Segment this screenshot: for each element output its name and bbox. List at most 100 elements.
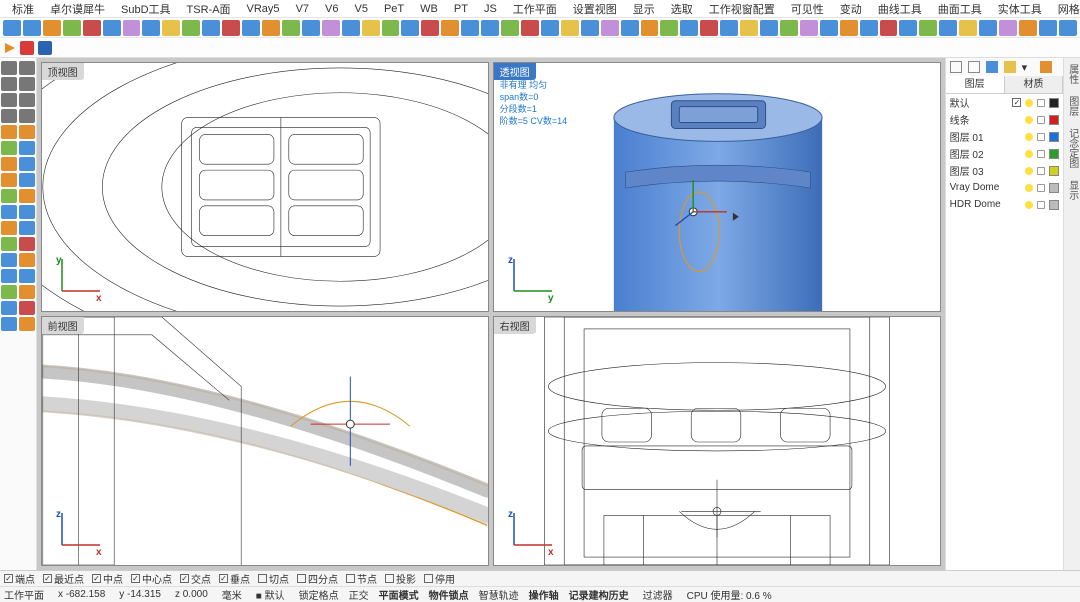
osnap-item[interactable]: ✓中点 — [92, 571, 123, 586]
tool-icon[interactable] — [899, 20, 917, 36]
osnap-item[interactable]: ✓交点 — [180, 571, 211, 586]
tool-icon[interactable] — [1, 253, 17, 267]
tool-icon[interactable] — [700, 20, 718, 36]
tool-icon[interactable] — [19, 77, 35, 91]
tool-icon[interactable] — [19, 61, 35, 75]
tool-icon[interactable] — [760, 20, 778, 36]
tool-icon[interactable] — [1, 237, 17, 251]
tool-icon[interactable] — [621, 20, 639, 36]
tool-icon[interactable] — [19, 141, 35, 155]
menu-item[interactable]: PT — [446, 3, 476, 15]
mode-toggle[interactable]: 平面模式 — [379, 587, 419, 602]
layer-row[interactable]: 图层 02 — [946, 145, 1064, 162]
viewport-front[interactable]: 前视图 z x — [41, 316, 489, 566]
tool-icon[interactable] — [1, 317, 17, 331]
layer-row[interactable]: 默认✓ — [946, 94, 1064, 111]
tool-icon[interactable] — [1, 173, 17, 187]
tool-icon[interactable] — [1, 221, 17, 235]
layer-color-swatch[interactable] — [1049, 166, 1059, 176]
menu-item[interactable]: JS — [476, 3, 505, 15]
tool-icon[interactable] — [20, 41, 34, 55]
menu-item[interactable]: 卓尔谟犀牛 — [42, 1, 113, 17]
tool-icon[interactable] — [800, 20, 818, 36]
tool-icon[interactable] — [19, 109, 35, 123]
tool-icon[interactable] — [302, 20, 320, 36]
new-layer-icon[interactable] — [950, 61, 962, 73]
osnap-item[interactable]: ✓端点 — [4, 571, 35, 586]
tool-icon[interactable] — [979, 20, 997, 36]
layer-color-swatch[interactable] — [1049, 200, 1059, 210]
viewport-label[interactable]: 右视图 — [494, 317, 536, 334]
tool-icon[interactable] — [322, 20, 340, 36]
menu-item[interactable]: WB — [412, 3, 446, 15]
default-layer-indicator[interactable]: ■ 默认 — [256, 587, 285, 602]
tool-icon[interactable] — [1019, 20, 1037, 36]
layer-row[interactable]: 图层 03 — [946, 162, 1064, 179]
menu-item[interactable]: 标准 — [4, 1, 42, 17]
lock-icon[interactable] — [1037, 167, 1045, 175]
layer-row[interactable]: 线条 — [946, 111, 1064, 128]
lock-icon[interactable] — [1037, 184, 1045, 192]
menu-item[interactable]: 曲线工具 — [870, 1, 930, 17]
filter-label[interactable]: 过滤器 — [643, 587, 673, 602]
tool-icon[interactable] — [1, 77, 17, 91]
tool-icon[interactable] — [19, 205, 35, 219]
tool-icon[interactable] — [1, 141, 17, 155]
tool-icon[interactable] — [1039, 20, 1057, 36]
tool-icon[interactable] — [1, 205, 17, 219]
layer-color-swatch[interactable] — [1049, 149, 1059, 159]
side-tab[interactable]: 显示 — [1065, 180, 1080, 200]
layer-row[interactable]: 图层 01 — [946, 128, 1064, 145]
tool-icon[interactable] — [1059, 20, 1077, 36]
tool-icon[interactable] — [1004, 61, 1016, 73]
tool-icon[interactable] — [581, 20, 599, 36]
tool-icon[interactable] — [282, 20, 300, 36]
tool-icon[interactable] — [1, 157, 17, 171]
tool-icon[interactable] — [999, 20, 1017, 36]
viewport-label[interactable]: 前视图 — [42, 317, 84, 334]
tool-icon[interactable] — [860, 20, 878, 36]
tool-icon[interactable] — [242, 20, 260, 36]
tab-layers[interactable]: 图层 — [946, 76, 1005, 93]
tool-icon[interactable] — [19, 157, 35, 171]
layer-color-swatch[interactable] — [1049, 115, 1059, 125]
menu-item[interactable]: 显示 — [625, 1, 663, 17]
layer-row[interactable]: HDR Dome — [946, 196, 1064, 213]
tool-icon[interactable] — [222, 20, 240, 36]
tool-icon[interactable] — [1, 61, 17, 75]
layer-color-swatch[interactable] — [1049, 183, 1059, 193]
tool-icon[interactable] — [162, 20, 180, 36]
menu-item[interactable]: 变动 — [832, 1, 870, 17]
viewport-top[interactable]: 顶视图 y x — [41, 62, 489, 312]
side-tab[interactable]: 记念定图 — [1065, 128, 1080, 168]
tool-icon[interactable] — [362, 20, 380, 36]
tool-icon[interactable] — [1, 125, 17, 139]
tool-icon[interactable] — [19, 221, 35, 235]
menu-item[interactable]: 工作视窗配置 — [701, 1, 783, 17]
tool-icon[interactable] — [820, 20, 838, 36]
menu-item[interactable]: PeT — [376, 3, 412, 15]
side-tab[interactable]: 图层 — [1065, 96, 1080, 116]
menu-item[interactable]: 曲面工具 — [930, 1, 990, 17]
lock-icon[interactable] — [1037, 99, 1045, 107]
tool-icon[interactable] — [1, 285, 17, 299]
bulb-icon[interactable] — [1025, 167, 1033, 175]
bulb-icon[interactable] — [1025, 116, 1033, 124]
tool-icon[interactable] — [3, 20, 21, 36]
mode-toggle[interactable]: 正交 — [349, 587, 369, 602]
tool-icon[interactable] — [601, 20, 619, 36]
tool-icon[interactable] — [19, 253, 35, 267]
filter-icon[interactable]: ▾ — [1022, 61, 1034, 73]
tool-icon[interactable] — [262, 20, 280, 36]
tab-materials[interactable]: 材质 — [1005, 76, 1064, 93]
mode-toggle[interactable]: 智慧轨迹 — [479, 587, 519, 602]
bulb-icon[interactable] — [1025, 201, 1033, 209]
menu-item[interactable]: VRay5 — [239, 3, 288, 15]
tool-icon[interactable] — [521, 20, 539, 36]
tool-icon[interactable] — [1, 189, 17, 203]
menu-item[interactable]: TSR-A面 — [179, 1, 239, 17]
tool-icon[interactable] — [501, 20, 519, 36]
osnap-item[interactable]: 四分点 — [297, 571, 338, 586]
tool-icon[interactable] — [142, 20, 160, 36]
tool-icon[interactable] — [740, 20, 758, 36]
